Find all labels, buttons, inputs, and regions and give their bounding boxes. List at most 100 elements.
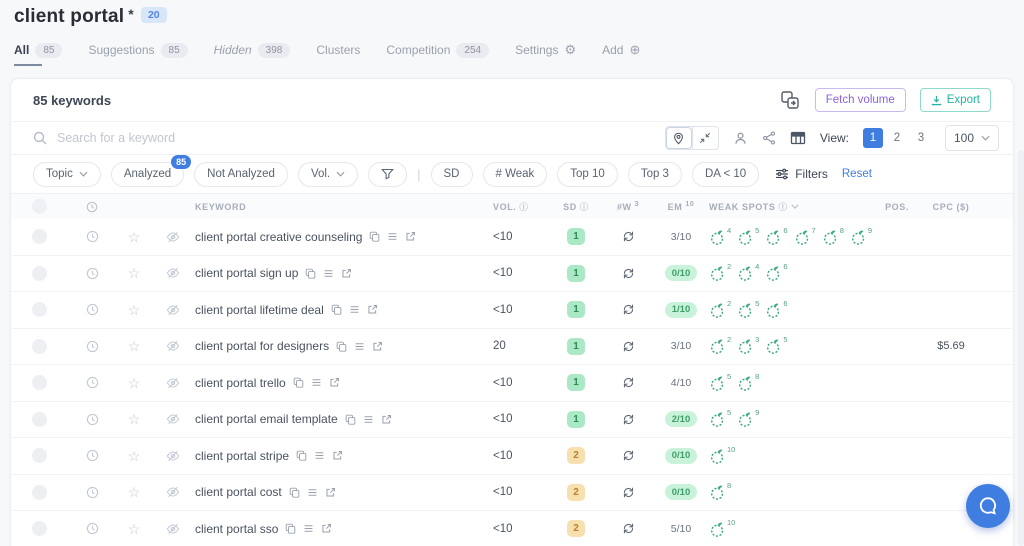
weak-spot-fruit-icon[interactable]: 10 <box>709 520 735 538</box>
collapse-button[interactable] <box>692 127 718 149</box>
row-checkbox[interactable] <box>32 412 47 427</box>
filter-chip-topic[interactable]: Topic <box>33 162 101 187</box>
history-icon[interactable] <box>86 230 99 243</box>
star-icon[interactable]: ☆ <box>128 522 141 536</box>
filter-chip-top-10[interactable]: Top 10 <box>557 162 618 187</box>
col-header-sd[interactable]: SDⓘ <box>549 201 603 213</box>
row-checkbox[interactable] <box>32 485 47 500</box>
history-icon[interactable] <box>86 340 99 353</box>
refresh-icon[interactable] <box>622 230 635 243</box>
weak-spot-fruit-icon[interactable]: 4 <box>709 228 731 246</box>
weak-spot-fruit-icon[interactable]: 8 <box>709 483 731 501</box>
export-button[interactable]: Export <box>920 88 991 112</box>
row-checkbox[interactable] <box>32 448 47 463</box>
filter-chip-top-3[interactable]: Top 3 <box>628 162 682 187</box>
hide-icon[interactable] <box>166 230 180 244</box>
history-icon[interactable] <box>86 522 99 535</box>
col-header-volume[interactable]: VOL.ⓘ <box>493 201 549 213</box>
serp-list-icon[interactable] <box>303 523 314 534</box>
external-link-icon[interactable] <box>372 341 383 352</box>
copy-icon[interactable] <box>345 414 356 425</box>
external-link-icon[interactable] <box>329 377 340 388</box>
share-icon[interactable] <box>762 131 776 145</box>
weak-spot-fruit-icon[interactable]: 6 <box>765 301 787 319</box>
star-icon[interactable]: ☆ <box>128 485 141 499</box>
history-icon[interactable] <box>86 267 99 280</box>
tab-settings[interactable]: Settings⚙ <box>515 42 576 72</box>
hide-icon[interactable] <box>166 376 180 390</box>
serp-list-icon[interactable] <box>354 341 365 352</box>
external-link-icon[interactable] <box>381 414 392 425</box>
weak-spot-fruit-icon[interactable]: 2 <box>709 301 731 319</box>
weak-spot-fruit-icon[interactable]: 7 <box>794 228 816 246</box>
tab-add[interactable]: Add⊕ <box>602 42 640 72</box>
row-checkbox[interactable] <box>32 302 47 317</box>
weak-spot-fruit-icon[interactable]: 8 <box>737 374 759 392</box>
hide-icon[interactable] <box>166 266 180 280</box>
copy-icon[interactable] <box>331 304 342 315</box>
tab-suggestions[interactable]: Suggestions85 <box>88 43 187 72</box>
weak-spot-fruit-icon[interactable]: 5 <box>737 301 759 319</box>
row-checkbox[interactable] <box>32 375 47 390</box>
copy-icon[interactable] <box>289 487 300 498</box>
external-link-icon[interactable] <box>332 450 343 461</box>
view-option-2[interactable]: 2 <box>887 128 907 148</box>
keyword-text[interactable]: client portal sign up <box>195 266 298 280</box>
filter-chip-funnel[interactable] <box>368 162 407 187</box>
weak-spot-fruit-icon[interactable]: 10 <box>709 447 735 465</box>
weak-spot-fruit-icon[interactable]: 6 <box>765 228 787 246</box>
refresh-icon[interactable] <box>622 522 635 535</box>
fetch-volume-button[interactable]: Fetch volume <box>815 88 906 112</box>
page-size-select[interactable]: 100 <box>945 125 999 151</box>
serp-list-icon[interactable] <box>387 231 398 242</box>
weak-spot-fruit-icon[interactable]: 9 <box>737 410 759 428</box>
hide-icon[interactable] <box>166 339 180 353</box>
row-checkbox[interactable] <box>32 266 47 281</box>
keyword-text[interactable]: client portal sso <box>195 522 278 536</box>
serp-list-icon[interactable] <box>349 304 360 315</box>
refresh-icon[interactable] <box>622 340 635 353</box>
user-icon[interactable] <box>733 131 748 146</box>
col-header-weak-spots[interactable]: WEAK SPOTSⓘ <box>709 201 849 213</box>
external-link-icon[interactable] <box>325 487 336 498</box>
keyword-text[interactable]: client portal trello <box>195 376 286 390</box>
hide-icon[interactable] <box>166 449 180 463</box>
history-icon[interactable] <box>86 449 99 462</box>
external-link-icon[interactable] <box>405 231 416 242</box>
col-header-weak-count[interactable]: #W3 <box>603 202 653 212</box>
row-checkbox[interactable] <box>32 521 47 536</box>
external-link-icon[interactable] <box>321 523 332 534</box>
filter-chip-not-analyzed[interactable]: Not Analyzed <box>194 162 288 187</box>
hide-icon[interactable] <box>166 412 180 426</box>
refresh-icon[interactable] <box>622 303 635 316</box>
hide-icon[interactable] <box>166 522 180 536</box>
history-icon[interactable] <box>86 303 99 316</box>
refresh-icon[interactable] <box>622 449 635 462</box>
keyword-text[interactable]: client portal cost <box>195 485 282 499</box>
weak-spot-fruit-icon[interactable]: 6 <box>765 264 787 282</box>
copy-icon[interactable] <box>296 450 307 461</box>
hide-icon[interactable] <box>166 485 180 499</box>
serp-list-icon[interactable] <box>311 377 322 388</box>
col-header-exact-match[interactable]: EM10 <box>653 202 709 212</box>
external-link-icon[interactable] <box>341 268 352 279</box>
filter-chip-sd[interactable]: SD <box>431 162 473 187</box>
reset-filters-link[interactable]: Reset <box>842 168 872 180</box>
serp-list-icon[interactable] <box>323 268 334 279</box>
keyword-text[interactable]: client portal stripe <box>195 449 289 463</box>
weak-spot-fruit-icon[interactable]: 8 <box>822 228 844 246</box>
search-input[interactable] <box>57 131 655 145</box>
keyword-text[interactable]: client portal for designers <box>195 339 329 353</box>
filters-button[interactable]: Filters <box>775 167 828 181</box>
refresh-icon[interactable] <box>622 486 635 499</box>
copy-icon[interactable] <box>305 268 316 279</box>
refresh-icon[interactable] <box>622 267 635 280</box>
bulk-fetch-icon[interactable] <box>779 89 801 111</box>
scrollbar[interactable] <box>1018 150 1024 546</box>
serp-list-icon[interactable] <box>314 450 325 461</box>
history-icon[interactable] <box>86 486 99 499</box>
history-icon[interactable] <box>86 413 99 426</box>
filter-chip--weak[interactable]: # Weak <box>483 162 548 187</box>
weak-spot-fruit-icon[interactable]: 5 <box>737 228 759 246</box>
star-icon[interactable]: ☆ <box>128 449 141 463</box>
